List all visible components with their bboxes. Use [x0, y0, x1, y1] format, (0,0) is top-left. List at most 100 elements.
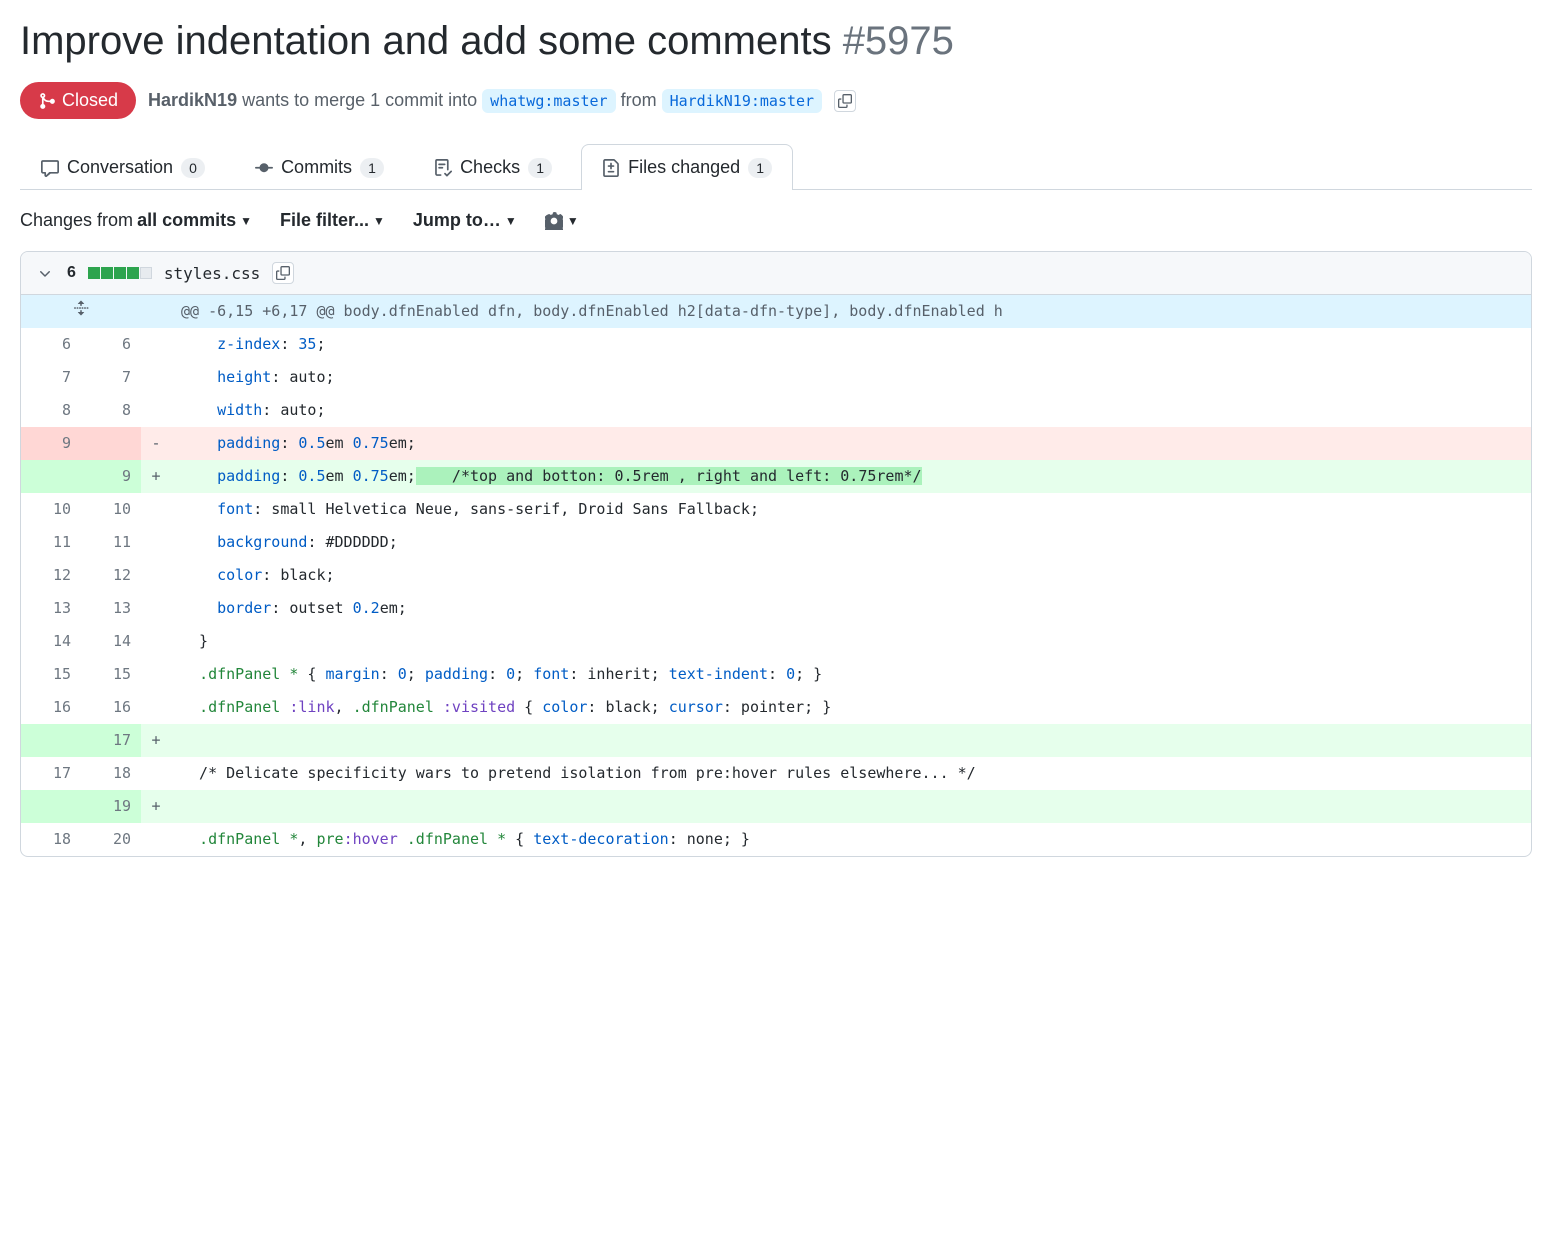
diff-marker: [141, 559, 171, 592]
new-line-number[interactable]: 11: [81, 526, 141, 559]
diff-table: @@ -6,15 +6,17 @@ body.dfnEnabled dfn, b…: [21, 295, 1531, 856]
diff-line: 9 - padding: 0.5em 0.75em;: [21, 427, 1531, 460]
diff-marker: +: [141, 790, 171, 823]
old-line-number[interactable]: 11: [21, 526, 81, 559]
files-count: 1: [748, 158, 772, 178]
copy-path-button[interactable]: [272, 262, 294, 284]
new-line-number[interactable]: 17: [81, 724, 141, 757]
diff-line: 19+: [21, 790, 1531, 823]
diff-marker: [141, 526, 171, 559]
new-line-number[interactable]: 15: [81, 658, 141, 691]
diff-marker: [141, 625, 171, 658]
base-branch-label[interactable]: whatwg:master: [482, 89, 615, 113]
diff-marker: [141, 658, 171, 691]
diff-code: [171, 724, 1531, 757]
old-line-number[interactable]: 17: [21, 757, 81, 790]
jump-to-dropdown[interactable]: Jump to… ▼: [413, 210, 517, 231]
diff-settings-dropdown[interactable]: ▼: [545, 212, 579, 230]
hunk-header-text: @@ -6,15 +6,17 @@ body.dfnEnabled dfn, b…: [171, 295, 1531, 328]
tab-commits[interactable]: Commits 1: [234, 144, 405, 190]
new-line-number[interactable]: 13: [81, 592, 141, 625]
changes-from-dropdown[interactable]: Changes from all commits ▼: [20, 210, 252, 231]
new-line-number[interactable]: 16: [81, 691, 141, 724]
conversation-count: 0: [181, 158, 205, 178]
diff-line: 1718 /* Delicate specificity wars to pre…: [21, 757, 1531, 790]
old-line-number[interactable]: [21, 724, 81, 757]
old-line-number[interactable]: 15: [21, 658, 81, 691]
merge-meta: HardikN19 wants to merge 1 commit into w…: [148, 90, 822, 111]
diff-line: 1616 .dfnPanel :link, .dfnPanel :visited…: [21, 691, 1531, 724]
diff-line: 1515 .dfnPanel * { margin: 0; padding: 0…: [21, 658, 1531, 691]
old-line-number[interactable]: 13: [21, 592, 81, 625]
diff-code: padding: 0.5em 0.75em; /*top and botton:…: [171, 460, 1531, 493]
diff-code: height: auto;: [171, 361, 1531, 394]
diff-marker: +: [141, 724, 171, 757]
new-line-number[interactable]: 20: [81, 823, 141, 856]
pr-tabs: Conversation 0 Commits 1 Checks 1 Files …: [20, 143, 1532, 190]
diff-line: 9+ padding: 0.5em 0.75em; /*top and bott…: [21, 460, 1531, 493]
diff-marker: +: [141, 460, 171, 493]
new-line-number[interactable]: [81, 427, 141, 460]
diff-code: padding: 0.5em 0.75em;: [171, 427, 1531, 460]
expand-hunk-button[interactable]: [21, 295, 141, 328]
diff-code: background: #DDDDDD;: [171, 526, 1531, 559]
diff-line: 88 width: auto;: [21, 394, 1531, 427]
diff-file: 6 styles.css @@ -6,15 +6,17 @@ body.dfnE…: [20, 251, 1532, 857]
author-link[interactable]: HardikN19: [148, 90, 237, 110]
diff-code: font: small Helvetica Neue, sans-serif, …: [171, 493, 1531, 526]
gear-icon: [545, 212, 563, 230]
old-line-number[interactable]: 6: [21, 328, 81, 361]
diff-marker: [141, 328, 171, 361]
diff-code: color: black;: [171, 559, 1531, 592]
tab-conversation[interactable]: Conversation 0: [20, 144, 226, 190]
chevron-down-icon: [37, 265, 53, 281]
checks-count: 1: [528, 158, 552, 178]
old-line-number[interactable]: 8: [21, 394, 81, 427]
caret-icon: ▼: [567, 214, 579, 228]
hunk-header-row: @@ -6,15 +6,17 @@ body.dfnEnabled dfn, b…: [21, 295, 1531, 328]
file-header: 6 styles.css: [21, 252, 1531, 295]
new-line-number[interactable]: 18: [81, 757, 141, 790]
diff-line: 1010 font: small Helvetica Neue, sans-se…: [21, 493, 1531, 526]
diff-code: [171, 790, 1531, 823]
old-line-number[interactable]: 14: [21, 625, 81, 658]
new-line-number[interactable]: 8: [81, 394, 141, 427]
old-line-number[interactable]: 10: [21, 493, 81, 526]
diff-code: border: outset 0.2em;: [171, 592, 1531, 625]
file-name-link[interactable]: styles.css: [164, 264, 260, 283]
old-line-number[interactable]: [21, 790, 81, 823]
state-row: Closed HardikN19 wants to merge 1 commit…: [20, 82, 1532, 119]
pr-icon: [38, 92, 56, 110]
new-line-number[interactable]: 7: [81, 361, 141, 394]
old-line-number[interactable]: 18: [21, 823, 81, 856]
collapse-file-button[interactable]: [37, 264, 55, 282]
new-line-number[interactable]: 12: [81, 559, 141, 592]
diff-line: 17+: [21, 724, 1531, 757]
tab-files-changed[interactable]: Files changed 1: [581, 144, 793, 190]
new-line-number[interactable]: 10: [81, 493, 141, 526]
new-line-number[interactable]: 19: [81, 790, 141, 823]
old-line-number[interactable]: 12: [21, 559, 81, 592]
diffstat-count: 6: [67, 264, 76, 282]
commits-count: 1: [360, 158, 384, 178]
file-filter-dropdown[interactable]: File filter... ▼: [280, 210, 385, 231]
diff-toolbar: Changes from all commits ▼ File filter..…: [20, 210, 1532, 231]
diff-marker: [141, 823, 171, 856]
old-line-number[interactable]: 7: [21, 361, 81, 394]
diff-code: }: [171, 625, 1531, 658]
tab-checks[interactable]: Checks 1: [413, 144, 573, 190]
pr-title: Improve indentation and add some comment…: [20, 16, 1532, 66]
old-line-number[interactable]: 9: [21, 427, 81, 460]
diff-marker: [141, 361, 171, 394]
new-line-number[interactable]: 14: [81, 625, 141, 658]
diff-marker: -: [141, 427, 171, 460]
head-branch-label[interactable]: HardikN19:master: [662, 89, 823, 113]
diff-marker: [141, 757, 171, 790]
caret-icon: ▼: [505, 214, 517, 228]
new-line-number[interactable]: 9: [81, 460, 141, 493]
new-line-number[interactable]: 6: [81, 328, 141, 361]
old-line-number[interactable]: 16: [21, 691, 81, 724]
old-line-number[interactable]: [21, 460, 81, 493]
copy-branch-button[interactable]: [834, 90, 856, 112]
diff-code: width: auto;: [171, 394, 1531, 427]
